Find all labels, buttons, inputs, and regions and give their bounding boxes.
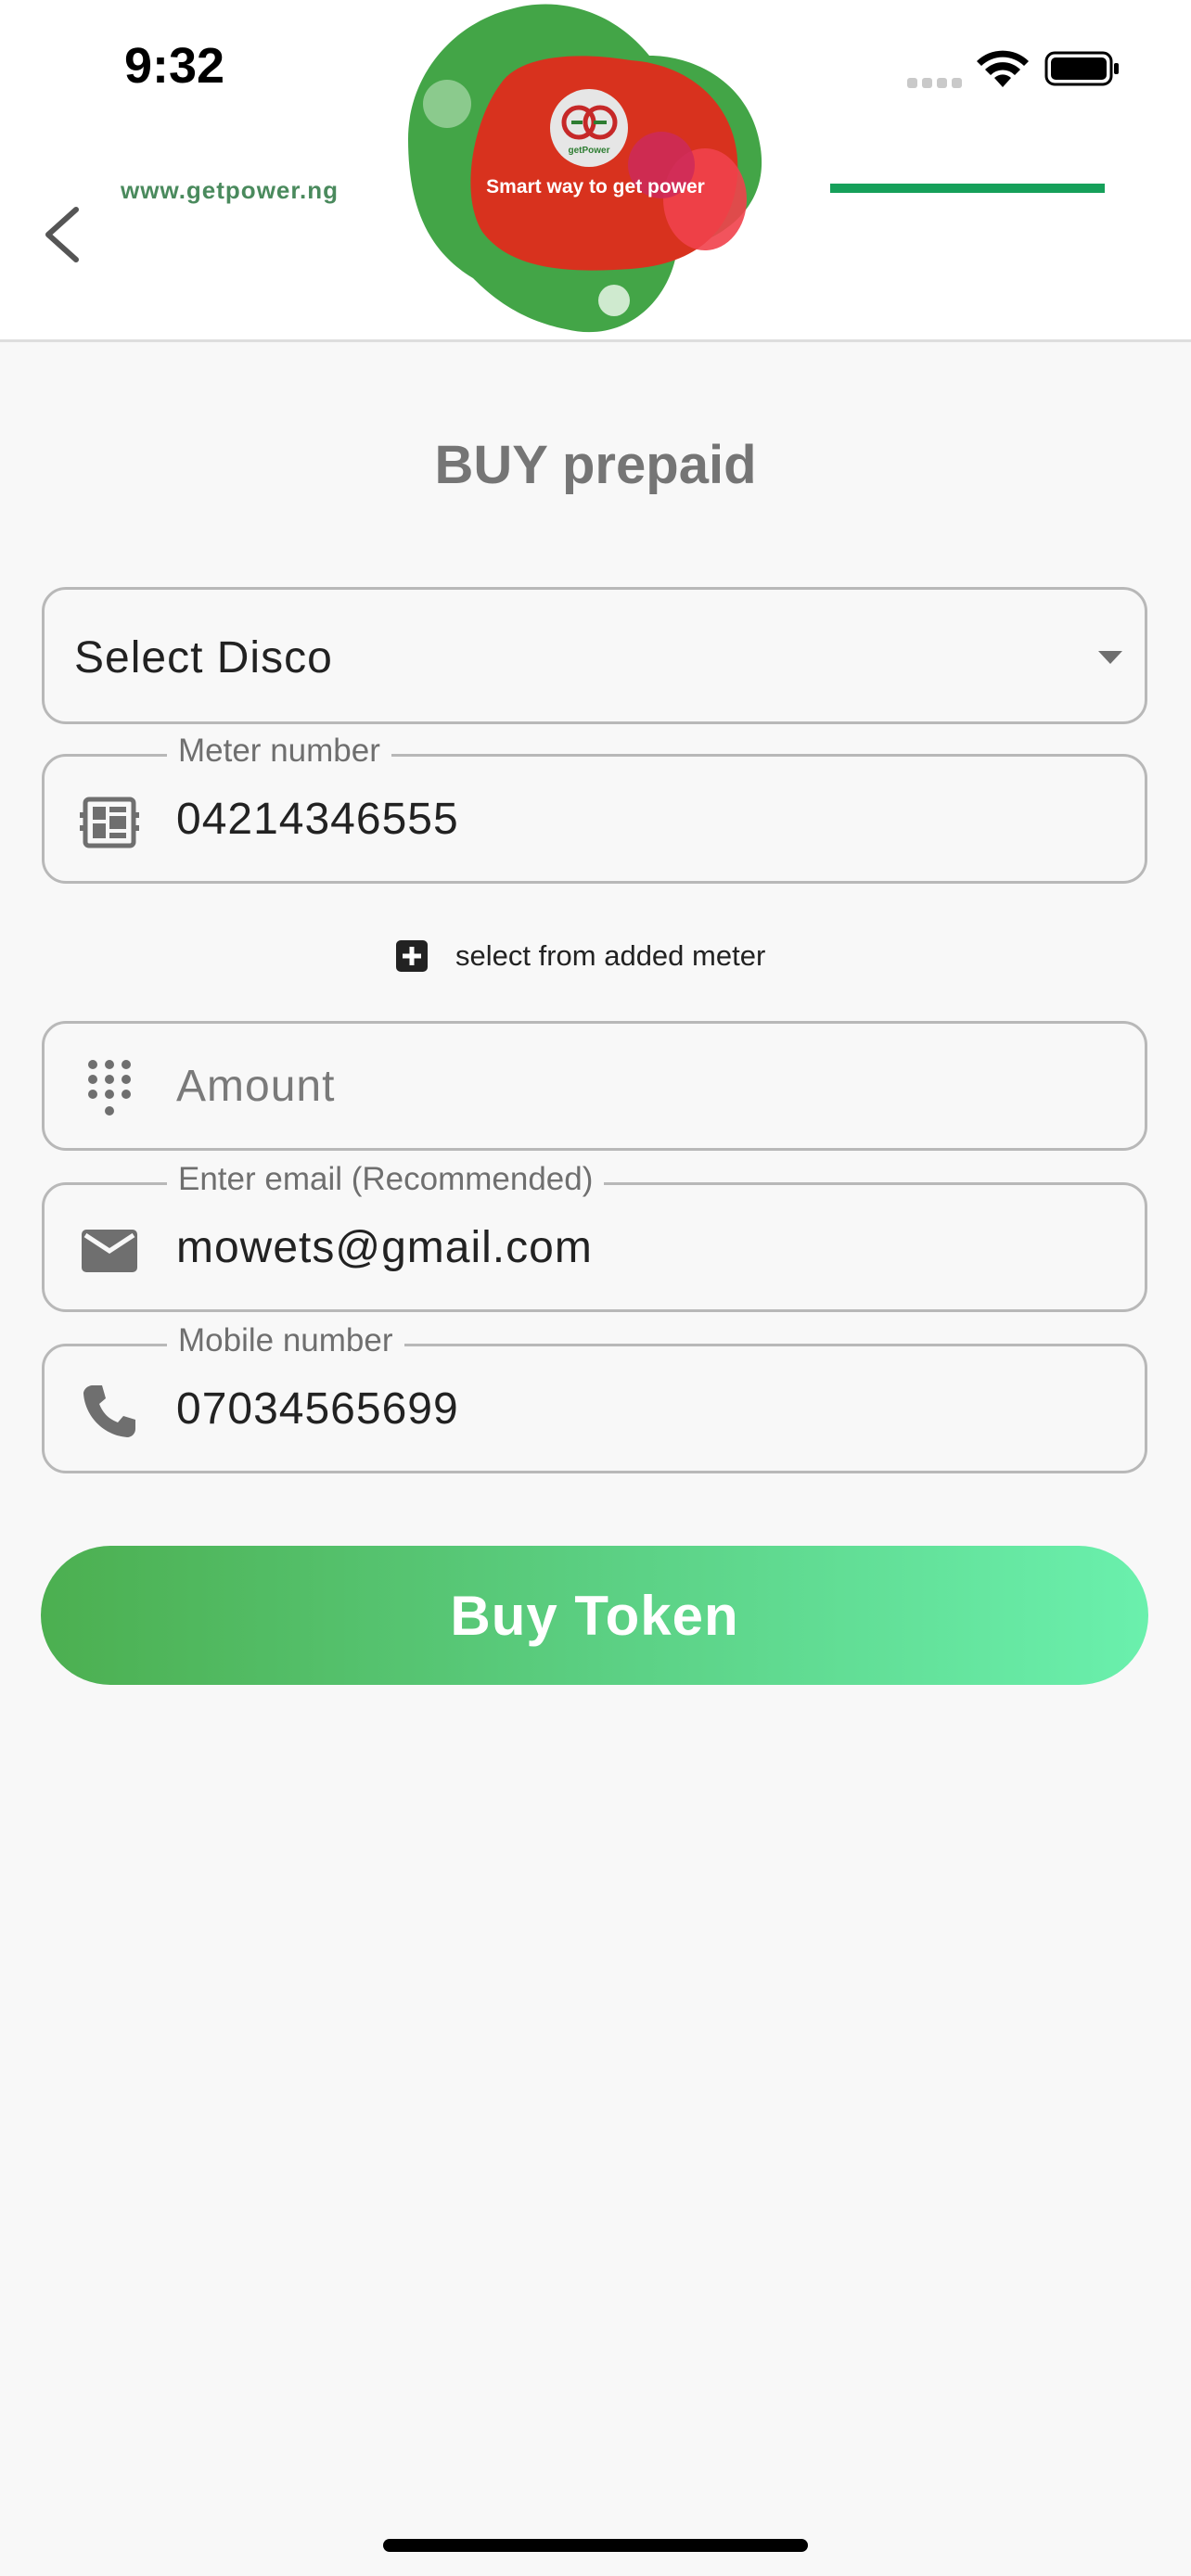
home-indicator: [383, 2539, 808, 2552]
amount-placeholder: Amount: [176, 1062, 336, 1111]
meter-icon: [80, 797, 139, 848]
battery-icon: [1044, 51, 1119, 86]
email-field[interactable]: Enter email (Recommended) mowets@gmail.c…: [42, 1161, 1147, 1312]
disco-select[interactable]: Select Disco: [42, 587, 1147, 724]
wifi-icon: [977, 50, 1029, 87]
mail-icon: [82, 1230, 137, 1272]
email-value: mowets@gmail.com: [176, 1223, 593, 1272]
select-added-meter-label: select from added meter: [455, 939, 766, 972]
cellular-signal-icon: [907, 76, 967, 93]
plus-box-icon: [396, 940, 428, 972]
phone-icon: [83, 1385, 135, 1437]
caret-down-icon: [1098, 651, 1122, 664]
meter-number-label: Meter number: [167, 733, 391, 770]
header-accent-line: [830, 184, 1105, 193]
app-header: 9:32 www.getpower.ng getPower Smart way …: [0, 0, 1191, 342]
buy-token-button[interactable]: Buy Token: [41, 1546, 1148, 1685]
meter-number-field[interactable]: Meter number 04214346555: [42, 733, 1147, 884]
site-url: www.getpower.ng: [121, 176, 339, 204]
getpower-logo: getPower Smart way to get power: [408, 4, 762, 333]
dialpad-icon: [88, 1060, 131, 1116]
disco-select-value: Select Disco: [74, 633, 333, 682]
svg-text:getPower: getPower: [568, 146, 609, 156]
back-chevron-icon[interactable]: [37, 204, 89, 265]
email-label: Enter email (Recommended): [167, 1161, 605, 1198]
status-time: 9:32: [124, 38, 225, 94]
mobile-number-field[interactable]: Mobile number 07034565699: [42, 1322, 1147, 1473]
amount-field[interactable]: Amount: [42, 1021, 1147, 1151]
page-title: BUY prepaid: [434, 435, 757, 495]
select-added-meter-link[interactable]: select from added meter: [394, 937, 765, 976]
mobile-number-label: Mobile number: [167, 1322, 404, 1359]
mobile-number-value: 07034565699: [176, 1384, 459, 1434]
svg-text:Smart way to get power: Smart way to get power: [486, 176, 705, 198]
meter-number-value: 04214346555: [176, 795, 459, 844]
